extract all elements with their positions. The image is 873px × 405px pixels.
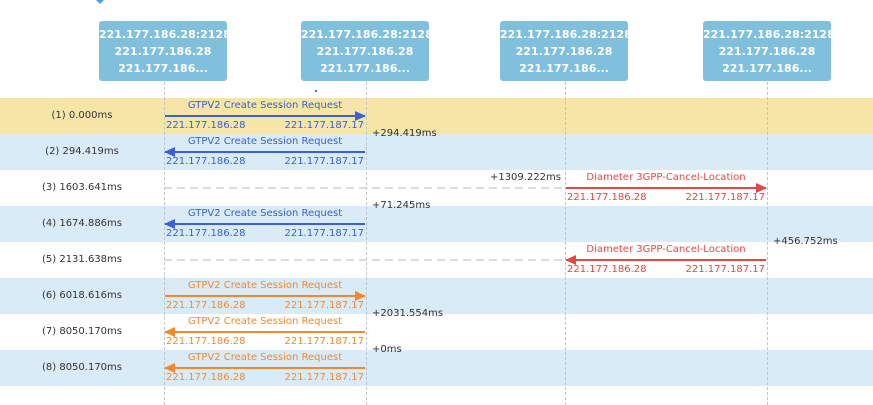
source-ip: 221.177.186.28 bbox=[166, 336, 246, 347]
message-title: GTPV2 Create Session Request bbox=[187, 136, 343, 147]
message-timestamp: (4) 1674.886ms bbox=[41, 218, 122, 229]
message-delta-time: +0ms bbox=[372, 344, 402, 355]
message-title: Diameter 3GPP-Cancel-Location bbox=[586, 172, 746, 183]
cursor-dot bbox=[315, 90, 317, 92]
destination-ip: 221.177.187.17 bbox=[685, 264, 765, 275]
source-ip: 221.177.186.28 bbox=[166, 120, 246, 131]
source-ip: 221.177.186.28 bbox=[166, 300, 246, 311]
message-timestamp: (3) 1603.641ms bbox=[41, 182, 122, 193]
message-timestamp: (1) 0.000ms bbox=[51, 110, 113, 121]
message-delta-time: +71.245ms bbox=[372, 200, 431, 211]
destination-ip: 221.177.187.17 bbox=[284, 372, 364, 383]
message-delta-time: +2031.554ms bbox=[372, 308, 444, 319]
node-address: 221.177.186.28:2128 bbox=[500, 28, 628, 41]
node-ip: 221.177.186.28 bbox=[316, 45, 414, 58]
node-ip: 221.177.186.28 bbox=[718, 45, 816, 58]
message-timestamp: (2) 294.419ms bbox=[45, 146, 119, 157]
destination-ip: 221.177.187.17 bbox=[284, 228, 364, 239]
node-ip-truncated: 221.177.186... bbox=[118, 62, 208, 75]
message-title: GTPV2 Create Session Request bbox=[187, 316, 343, 327]
node-address: 221.177.186.28:2128 bbox=[99, 28, 227, 41]
message-timestamp: (5) 2131.638ms bbox=[41, 254, 122, 265]
node-header[interactable]: 221.177.186.28:2128 221.177.186.28 221.1… bbox=[703, 21, 831, 81]
destination-ip: 221.177.187.17 bbox=[284, 156, 364, 167]
node-address: 221.177.186.28:2128 bbox=[301, 28, 429, 41]
node-header[interactable]: 221.177.186.28:2128 221.177.186.28 221.1… bbox=[500, 21, 628, 81]
message-delta-time: +456.752ms bbox=[773, 236, 838, 247]
message-timestamp: (6) 6018.616ms bbox=[41, 290, 122, 301]
message-title: Diameter 3GPP-Cancel-Location bbox=[586, 244, 746, 255]
message-delta-time: +294.419ms bbox=[372, 128, 437, 139]
scroll-indicator-icon bbox=[96, 0, 104, 4]
lifeline bbox=[767, 82, 768, 405]
node-ip-truncated: 221.177.186... bbox=[320, 62, 410, 75]
message-title: GTPV2 Create Session Request bbox=[187, 280, 343, 291]
node-ip-truncated: 221.177.186... bbox=[722, 62, 812, 75]
destination-ip: 221.177.187.17 bbox=[284, 120, 364, 131]
lifeline bbox=[366, 82, 367, 405]
node-header[interactable]: 221.177.186.28:2128 221.177.186.28 221.1… bbox=[99, 21, 227, 81]
destination-ip: 221.177.187.17 bbox=[284, 336, 364, 347]
message-title: GTPV2 Create Session Request bbox=[187, 208, 343, 219]
node-header[interactable]: 221.177.186.28:2128 221.177.186.28 221.1… bbox=[301, 21, 429, 81]
node-ip-truncated: 221.177.186... bbox=[519, 62, 609, 75]
source-ip: 221.177.186.28 bbox=[567, 192, 647, 203]
message-title: GTPV2 Create Session Request bbox=[187, 352, 343, 363]
node-ip: 221.177.186.28 bbox=[515, 45, 613, 58]
message-title: GTPV2 Create Session Request bbox=[187, 100, 343, 111]
destination-ip: 221.177.187.17 bbox=[685, 192, 765, 203]
message-timestamp: (7) 8050.170ms bbox=[41, 326, 122, 337]
source-ip: 221.177.186.28 bbox=[166, 156, 246, 167]
source-ip: 221.177.186.28 bbox=[567, 264, 647, 275]
message-delta-time: +1309.222ms bbox=[489, 172, 561, 183]
sequence-diagram: 221.177.186.28:2128 221.177.186.28 221.1… bbox=[0, 0, 873, 405]
destination-ip: 221.177.187.17 bbox=[284, 300, 364, 311]
source-ip: 221.177.186.28 bbox=[166, 228, 246, 239]
node-ip: 221.177.186.28 bbox=[114, 45, 212, 58]
node-address: 221.177.186.28:2128 bbox=[703, 28, 831, 41]
message-timestamp: (8) 8050.170ms bbox=[41, 362, 122, 373]
source-ip: 221.177.186.28 bbox=[166, 372, 246, 383]
